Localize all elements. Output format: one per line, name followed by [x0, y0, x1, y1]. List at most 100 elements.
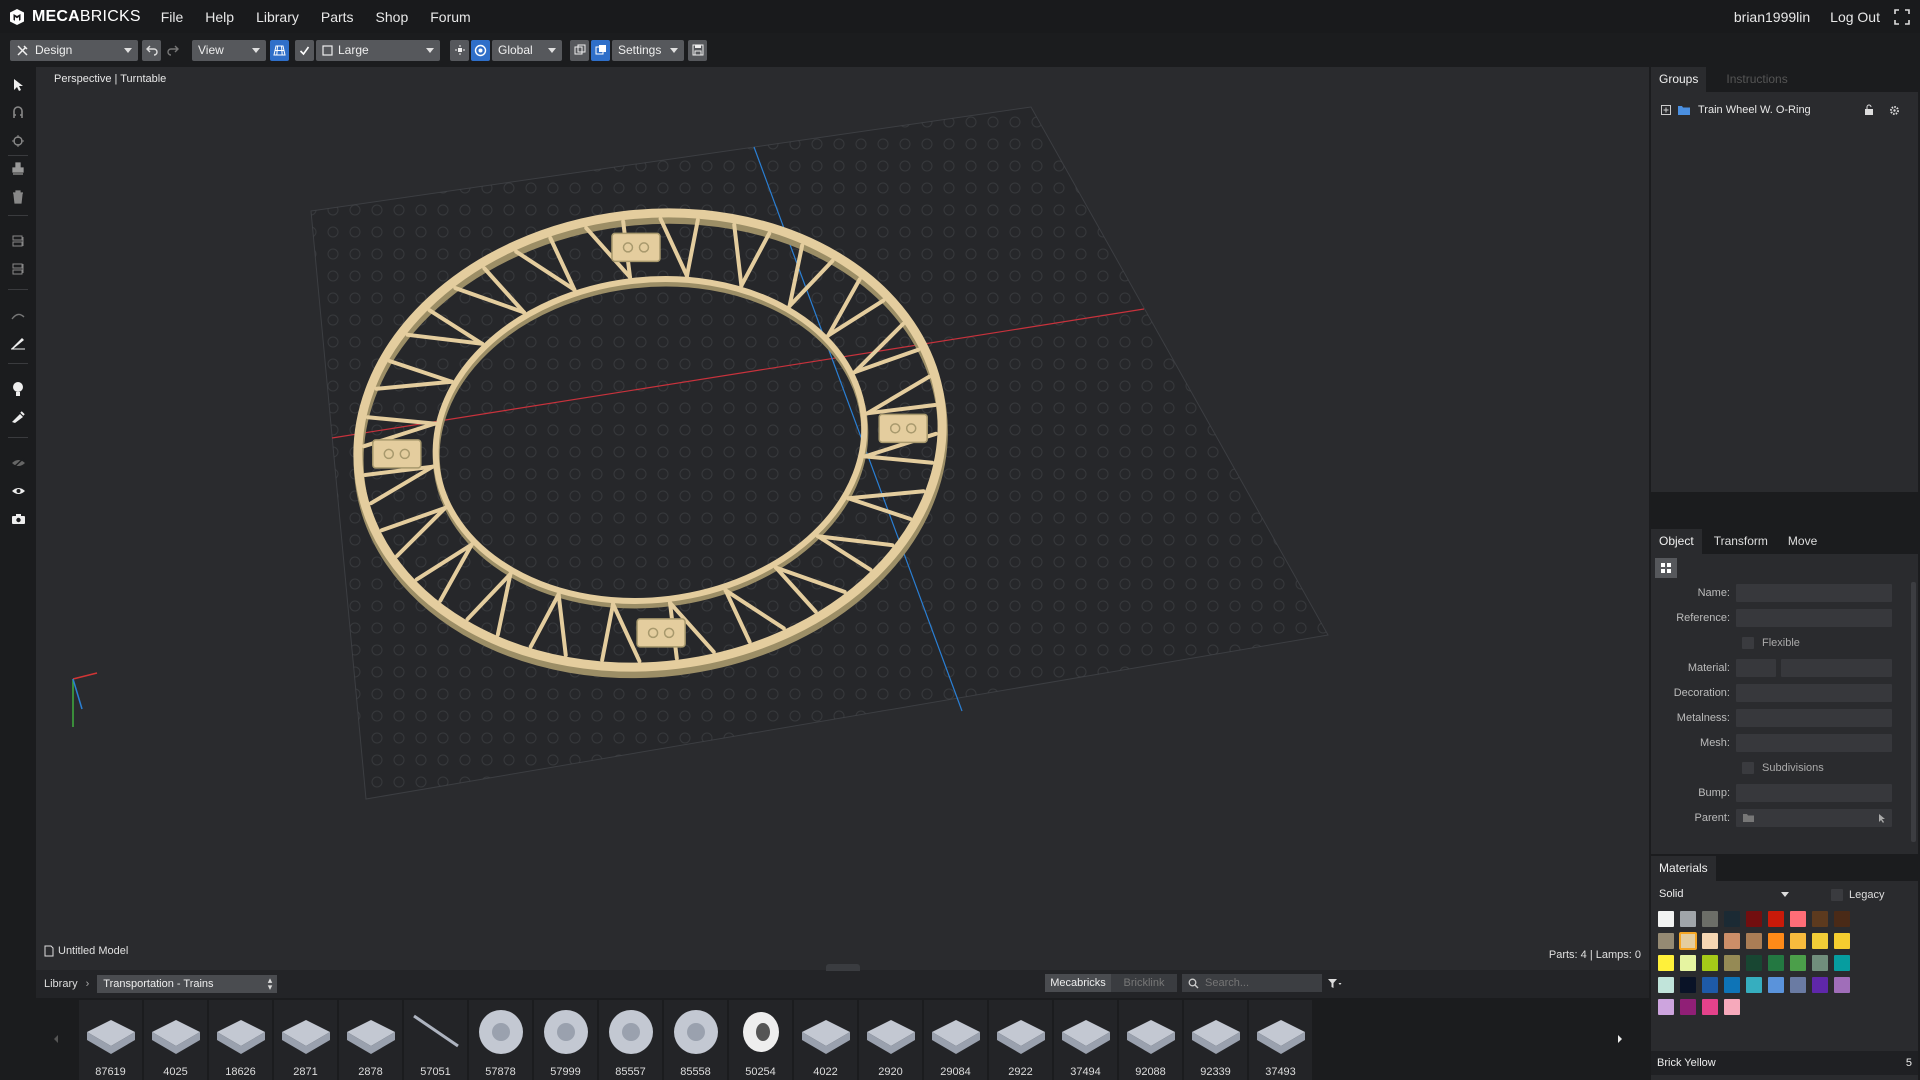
chevron-right-icon[interactable] — [1616, 1034, 1624, 1044]
camera-mode-label[interactable]: Perspective | Turntable — [54, 73, 166, 85]
metalness-field[interactable] — [1736, 709, 1892, 727]
source-mecabricks[interactable]: Mecabricks — [1045, 974, 1111, 992]
mesh-field[interactable] — [1736, 734, 1892, 752]
material-swatch[interactable] — [1679, 932, 1697, 950]
view-select[interactable]: View — [192, 39, 266, 61]
tab-object[interactable]: Object — [1651, 529, 1702, 554]
align-up-tool[interactable] — [10, 261, 26, 277]
material-name-field[interactable] — [1781, 659, 1892, 677]
material-swatch[interactable] — [1790, 955, 1806, 971]
delete-tool[interactable] — [10, 189, 26, 205]
material-swatch[interactable] — [1724, 911, 1740, 927]
material-swatch[interactable] — [1834, 955, 1850, 971]
parts-search[interactable] — [1182, 974, 1322, 992]
material-swatch[interactable] — [1702, 977, 1718, 993]
material-swatch[interactable] — [1680, 999, 1696, 1015]
library-part[interactable]: 37494 — [1054, 1000, 1117, 1080]
redo-button[interactable] — [163, 40, 182, 61]
show-tool[interactable] — [10, 483, 26, 499]
properties-scrollbar[interactable] — [1911, 582, 1916, 842]
material-swatch[interactable] — [1812, 911, 1828, 927]
material-swatch[interactable] — [1724, 933, 1740, 949]
library-part[interactable]: 2878 — [339, 1000, 402, 1080]
library-part[interactable]: 92088 — [1119, 1000, 1182, 1080]
library-part[interactable]: 37493 — [1249, 1000, 1312, 1080]
tab-transform[interactable]: Transform — [1706, 529, 1776, 554]
material-id-field[interactable] — [1736, 659, 1776, 677]
space-select[interactable]: Global — [492, 39, 562, 61]
menu-shop[interactable]: Shop — [376, 9, 409, 25]
menu-file[interactable]: File — [161, 9, 184, 25]
material-swatch[interactable] — [1768, 977, 1784, 993]
logo[interactable]: MECABRICKS — [8, 0, 141, 33]
stamp-tool[interactable] — [10, 161, 26, 177]
library-part[interactable]: 57878 — [469, 1000, 532, 1080]
tab-materials[interactable]: Materials — [1651, 856, 1716, 881]
fullscreen-icon[interactable] — [1894, 8, 1910, 25]
decorate-tool[interactable] — [10, 409, 26, 425]
name-field[interactable] — [1736, 584, 1892, 602]
duplicate-button[interactable] — [591, 39, 610, 61]
select-tool[interactable] — [10, 77, 26, 93]
library-part[interactable]: 29084 — [924, 1000, 987, 1080]
snap-toggle[interactable] — [295, 39, 314, 61]
material-swatch[interactable] — [1812, 977, 1828, 993]
object-grid-button[interactable] — [1655, 558, 1677, 578]
material-swatch[interactable] — [1746, 933, 1762, 949]
library-part[interactable]: 85558 — [664, 1000, 727, 1080]
library-part[interactable]: 4022 — [794, 1000, 857, 1080]
material-swatch[interactable] — [1768, 933, 1784, 949]
logout-link[interactable]: Log Out — [1830, 9, 1880, 25]
material-swatch[interactable] — [1746, 955, 1762, 971]
material-swatch[interactable] — [1680, 977, 1696, 993]
material-swatch[interactable] — [1768, 955, 1784, 971]
gear-icon[interactable] — [1889, 105, 1900, 116]
expand-icon[interactable] — [1661, 105, 1671, 115]
menu-parts[interactable]: Parts — [321, 9, 354, 25]
scene[interactable] — [36, 67, 1649, 970]
tab-instructions[interactable]: Instructions — [1718, 67, 1795, 92]
library-part[interactable]: 2922 — [989, 1000, 1052, 1080]
library-part[interactable]: 85557 — [599, 1000, 662, 1080]
parent-field[interactable] — [1736, 809, 1892, 827]
library-part[interactable]: 87619 — [79, 1000, 142, 1080]
material-swatch[interactable] — [1746, 977, 1762, 993]
paint-tool[interactable] — [10, 335, 26, 351]
material-swatch[interactable] — [1768, 911, 1784, 927]
material-swatch[interactable] — [1790, 977, 1806, 993]
pivot-button[interactable] — [450, 39, 469, 61]
magnet-tool[interactable] — [10, 105, 26, 121]
material-swatch[interactable] — [1658, 977, 1674, 993]
material-type-select[interactable]: Solid — [1653, 884, 1795, 904]
copy-button[interactable] — [570, 39, 589, 61]
library-part[interactable]: 2920 — [859, 1000, 922, 1080]
pivot-tool[interactable] — [10, 133, 26, 149]
flexible-checkbox[interactable] — [1742, 637, 1754, 649]
library-part[interactable]: 2871 — [274, 1000, 337, 1080]
material-swatch[interactable] — [1724, 999, 1740, 1015]
decoration-field[interactable] — [1736, 684, 1892, 702]
material-swatch[interactable] — [1724, 977, 1740, 993]
filter-button[interactable] — [1324, 974, 1346, 992]
library-part[interactable]: 50254 — [729, 1000, 792, 1080]
material-swatch[interactable] — [1702, 999, 1718, 1015]
chevron-left-icon[interactable] — [52, 1034, 60, 1044]
category-select[interactable]: Transportation - Trains ▴ ▾ — [97, 975, 278, 993]
model-name[interactable]: Untitled Model — [44, 945, 128, 957]
menu-library[interactable]: Library — [256, 9, 299, 25]
material-swatch[interactable] — [1702, 911, 1718, 927]
material-swatch[interactable] — [1812, 933, 1828, 949]
material-swatch[interactable] — [1658, 999, 1674, 1015]
library-breadcrumb[interactable]: Library — [44, 978, 78, 990]
material-swatch[interactable] — [1658, 955, 1674, 971]
material-swatch[interactable] — [1746, 911, 1762, 927]
tab-move[interactable]: Move — [1780, 529, 1825, 554]
grid-size-select[interactable]: Large — [316, 39, 440, 61]
material-swatch[interactable] — [1702, 955, 1718, 971]
source-bricklink[interactable]: Bricklink — [1111, 974, 1177, 992]
lock-icon[interactable] — [1864, 104, 1874, 116]
grid-toggle[interactable] — [270, 39, 289, 61]
menu-forum[interactable]: Forum — [430, 9, 470, 25]
material-swatch[interactable] — [1658, 933, 1674, 949]
material-swatch[interactable] — [1812, 955, 1828, 971]
